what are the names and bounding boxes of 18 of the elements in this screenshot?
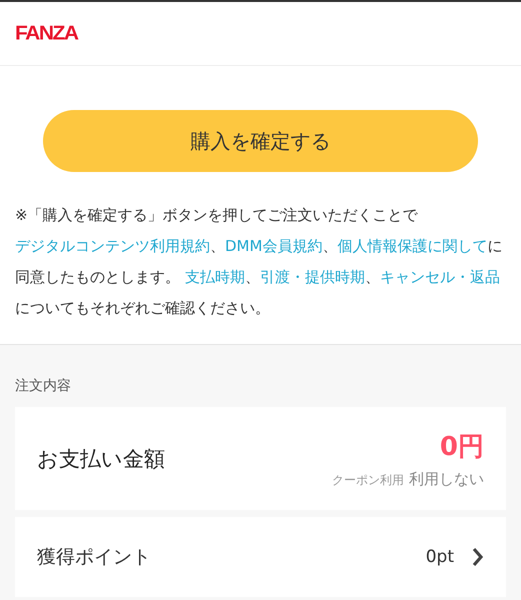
section-heading: 注文内容 xyxy=(15,377,72,395)
terms-link[interactable]: 支払時期 xyxy=(184,268,245,286)
terms-notice: ※「購入を確定する」ボタンを押してご注文いただくことで デジタルコンテンツ利用規約、DMM会員規約、個人情報保護に関してに同意したものとします。 支払時期、引渡・提供時期、キャンセル・返品 についてもそれぞれご確認ください。 xyxy=(15,205,504,319)
logo: FANZA xyxy=(15,22,78,45)
terms-link[interactable]: デジタルコンテンツ利用規約 xyxy=(15,237,210,255)
points-label: 獲得ポイント xyxy=(37,545,152,570)
coupon-value: 利用しない xyxy=(409,470,484,488)
chevron-icon xyxy=(472,547,484,567)
points-row[interactable]: 獲得ポイント 0pt xyxy=(15,517,506,597)
terms-link[interactable]: 個人情報保護に関して xyxy=(337,237,488,255)
terms-link[interactable]: 引渡・提供時期 xyxy=(260,268,365,286)
payment-label: お支払い金額 xyxy=(37,446,165,472)
points-value: 0pt xyxy=(426,547,454,567)
coupon-label: クーポン利用 xyxy=(332,472,404,488)
payment-amount: 0円 xyxy=(440,430,484,464)
confirm-purchase-button[interactable]: 購入を確定する xyxy=(43,110,478,172)
terms-link[interactable]: キャンセル・返品 xyxy=(380,268,500,286)
terms-link[interactable]: DMM会員規約 xyxy=(225,237,322,255)
